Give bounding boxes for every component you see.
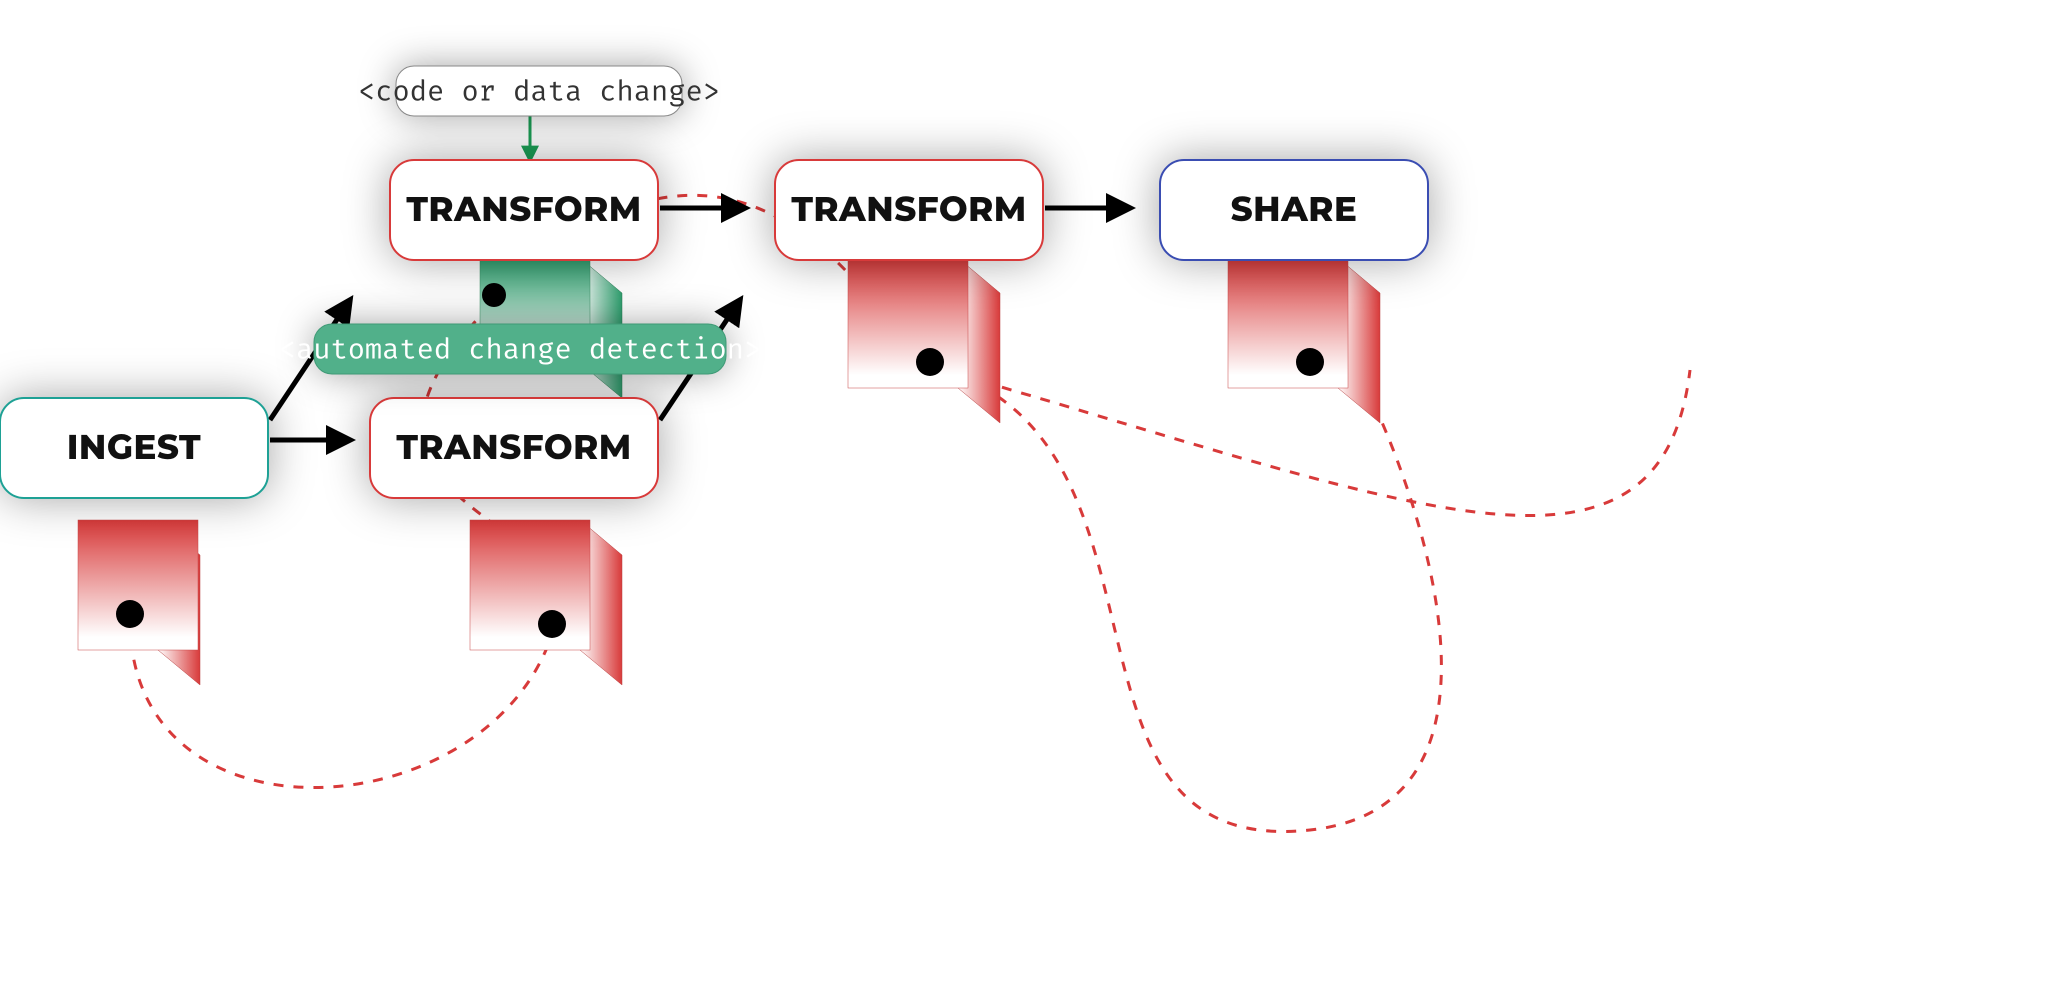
node-transform-c: TRANSFORM — [775, 160, 1043, 260]
cube-transform-b — [470, 520, 622, 685]
node-share-label: SHARE — [1231, 188, 1358, 230]
tag-detection-label: <automated change detection> — [279, 333, 761, 368]
tag-code-change: <code or data change> — [358, 66, 720, 116]
cube-share — [1228, 258, 1380, 423]
node-transform-a-label: TRANSFORM — [406, 188, 641, 230]
node-transform-a: TRANSFORM — [390, 160, 658, 260]
cube-ingest — [78, 520, 200, 685]
cube-transform-c — [848, 258, 1000, 423]
node-ingest-label: INGEST — [67, 426, 201, 468]
node-transform-b: TRANSFORM — [370, 398, 658, 498]
node-ingest: INGEST — [0, 398, 268, 498]
diagram-canvas: <code or data change> INGEST TRANSFORM T… — [0, 0, 2048, 991]
tag-detection: <automated change detection> — [279, 324, 761, 374]
node-share: SHARE — [1160, 160, 1428, 260]
node-transform-c-label: TRANSFORM — [791, 188, 1026, 230]
node-transform-b-label: TRANSFORM — [396, 426, 631, 468]
tag-code-change-label: <code or data change> — [358, 75, 720, 110]
